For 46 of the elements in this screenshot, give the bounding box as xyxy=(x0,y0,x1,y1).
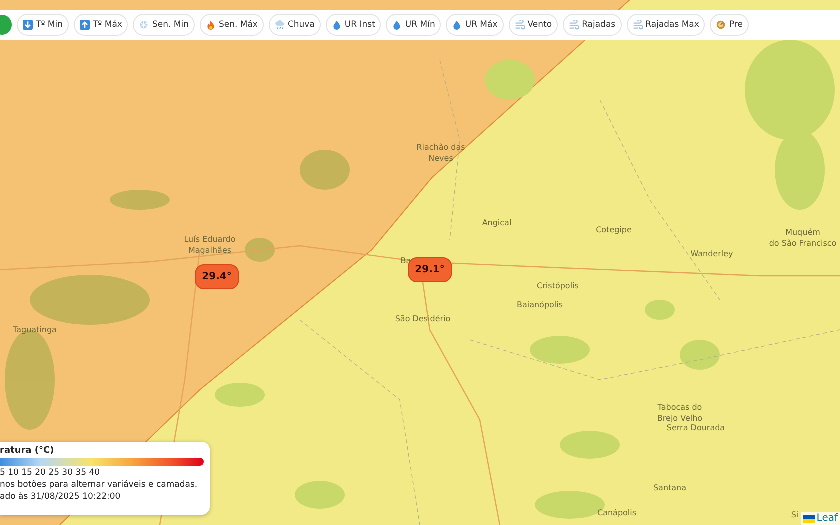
layer-button[interactable]: UR Mín xyxy=(386,14,442,36)
layer-button[interactable]: UR Inst xyxy=(326,14,382,36)
hint-text: nos botões para alternar variáveis e camadas. xyxy=(0,480,198,490)
wind-icon xyxy=(569,20,580,30)
place-label: São Desidério xyxy=(395,314,451,326)
layer-button[interactable]: Sen. Min xyxy=(133,14,195,36)
place-label: Serra Dourada xyxy=(666,424,726,434)
snowflake-icon xyxy=(139,20,150,30)
place-label: Tabocas do Brejo Velho xyxy=(657,403,703,424)
place-label: Wanderley xyxy=(690,250,734,260)
place-label: Taguatinga xyxy=(13,326,57,336)
attribution-link[interactable]: Leaf xyxy=(816,513,838,524)
layer-button[interactable]: Tº Min xyxy=(17,14,69,36)
place-label: Riachão das Neves xyxy=(416,143,466,165)
arrow-up-icon xyxy=(80,20,90,30)
droplet-icon xyxy=(392,20,402,30)
place-label: Luís Eduardo Magalhães xyxy=(184,235,236,257)
layer-button[interactable]: Vento xyxy=(508,14,558,36)
flag-icon xyxy=(802,514,815,522)
legend-title: ratura (°C) xyxy=(0,446,54,456)
scale-labels: 5 10 15 20 25 30 35 40 xyxy=(0,468,100,478)
place-label: Angical xyxy=(482,218,512,230)
layer-button[interactable]: Rajadas xyxy=(563,14,622,36)
layer-button[interactable]: Tº Máx xyxy=(74,14,128,36)
place-label: Santana xyxy=(653,484,687,494)
layer-button[interactable]: UR Máx xyxy=(446,14,504,36)
place-label: Si xyxy=(791,510,799,522)
layer-button[interactable]: Sen. Máx xyxy=(200,14,264,36)
layer-button[interactable]: Pre xyxy=(710,14,749,36)
rain-cloud-icon xyxy=(274,20,285,30)
place-label: Canápolis xyxy=(597,508,637,520)
flame-icon xyxy=(206,20,216,30)
layer-button[interactable]: Rajadas Max xyxy=(626,14,706,36)
layer-button[interactable]: Chuva xyxy=(268,14,321,36)
arrow-down-icon xyxy=(23,20,33,30)
place-label: Baianópolis xyxy=(516,300,564,312)
wind-icon xyxy=(514,20,525,30)
place-label: Cotegipe xyxy=(596,226,632,236)
gauge-icon xyxy=(716,20,726,30)
temperature-marker[interactable]: 29.4° xyxy=(195,264,239,290)
droplet-icon xyxy=(332,20,342,30)
wind-icon xyxy=(632,20,643,30)
droplet-icon xyxy=(452,20,462,30)
updated-text: ado às 31/08/2025 10:22:00 xyxy=(0,492,121,502)
place-label: Muquém do São Francisco xyxy=(769,228,837,250)
place-label: Cristópolis xyxy=(537,282,579,292)
